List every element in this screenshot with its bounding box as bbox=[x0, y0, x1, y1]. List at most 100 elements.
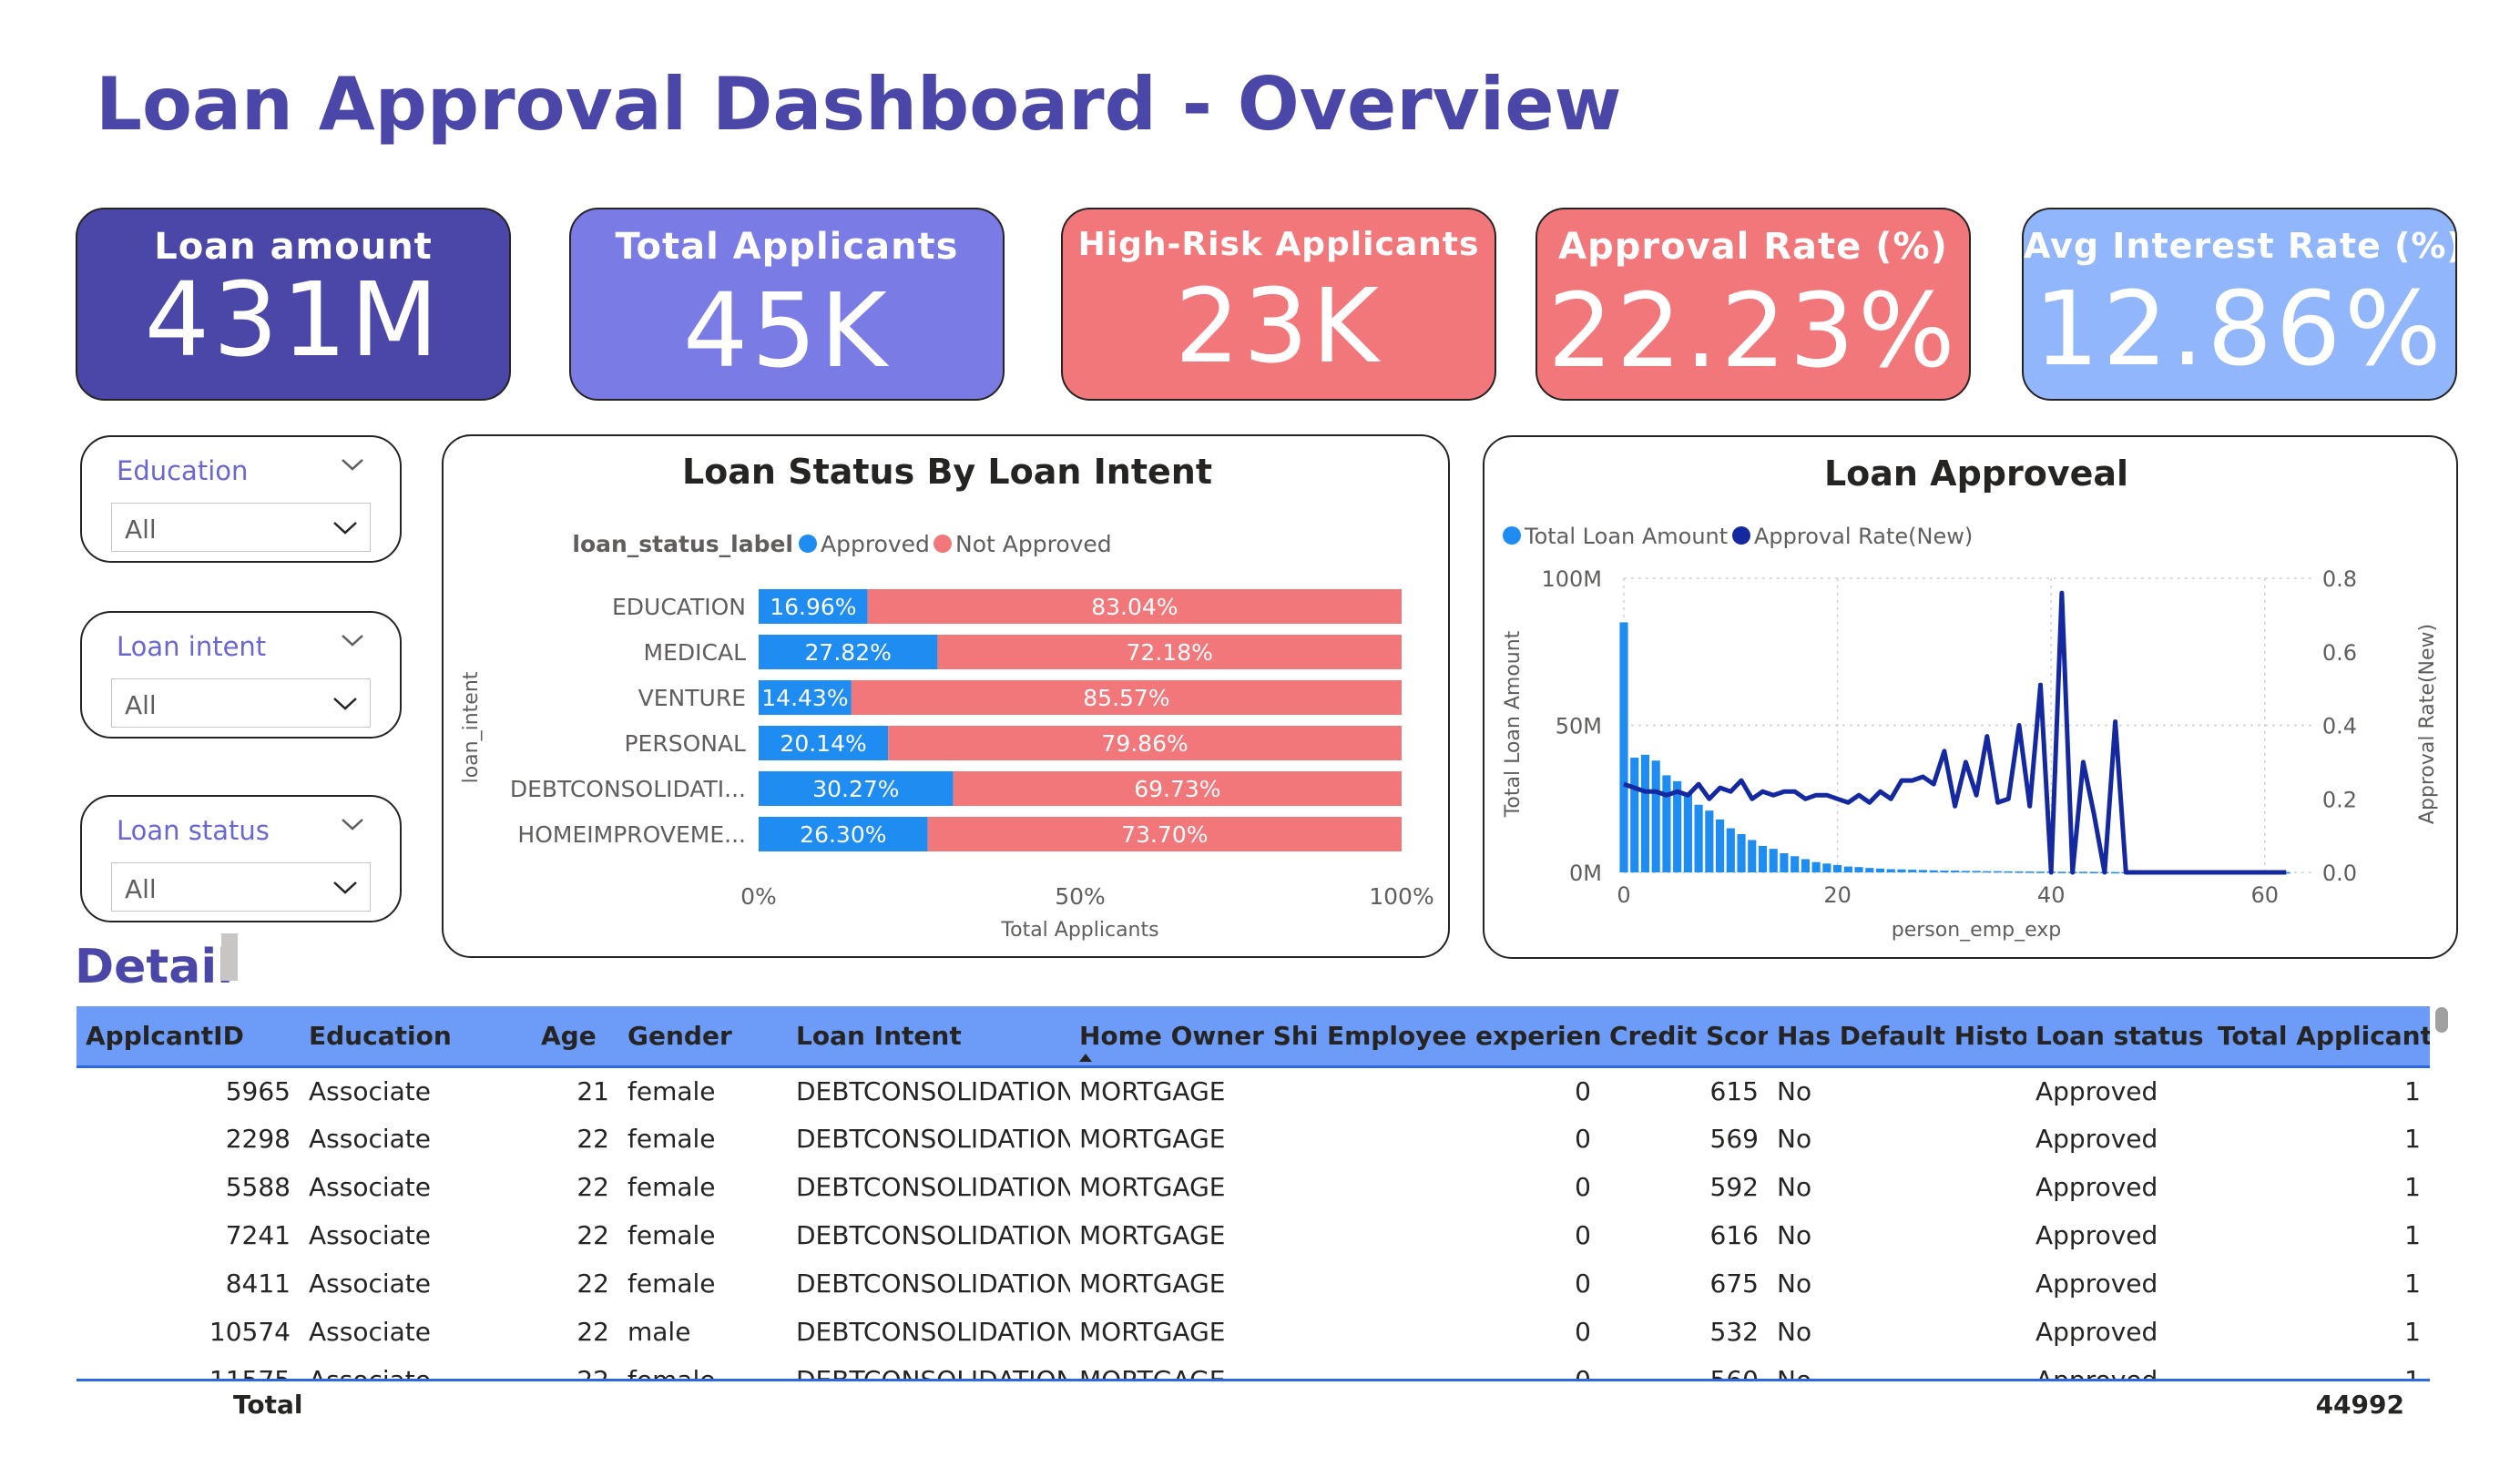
table-row[interactable]: 7241 Associate 22 female DEBTCONSOLIDATION MO… bbox=[77, 1211, 2430, 1259]
column-header[interactable]: Education bbox=[300, 1006, 532, 1068]
bar[interactable] bbox=[1630, 758, 1639, 872]
table-cell: 1 bbox=[2404, 1317, 2421, 1347]
kpi-label: Avg Interest Rate (%) bbox=[2024, 226, 2457, 266]
chart-legend[interactable]: Total Loan Amount Approval Rate(New) bbox=[1503, 524, 1973, 549]
table-row[interactable]: 2298 Associate 22 female DEBTCONSOLIDATION MO… bbox=[77, 1115, 2430, 1163]
column-header[interactable]: Gender bbox=[618, 1006, 787, 1068]
bar[interactable] bbox=[1897, 869, 1906, 872]
table-cell: 22 bbox=[576, 1220, 609, 1250]
column-header[interactable]: Total Applicants bbox=[2209, 1006, 2430, 1068]
bar[interactable] bbox=[1705, 810, 1714, 872]
table-cell: MORTGAGE bbox=[1079, 1220, 1226, 1250]
bar[interactable] bbox=[1694, 804, 1703, 872]
x-tick-label: 40 bbox=[2037, 882, 2066, 908]
column-header[interactable]: Age bbox=[532, 1006, 618, 1068]
bar[interactable] bbox=[1811, 861, 1821, 872]
bar[interactable] bbox=[2035, 871, 2046, 873]
loan-approval-chart[interactable]: Loan Approveal Total Loan Amount Approval… bbox=[1484, 437, 2460, 961]
bar[interactable] bbox=[1993, 871, 2003, 873]
bar[interactable] bbox=[2004, 871, 2013, 873]
kpi-label: Total Applicants bbox=[615, 226, 959, 268]
table-row[interactable]: 11575Associate22femaleDEBTCONSOLIDATIONM… bbox=[77, 1356, 2430, 1380]
bar[interactable] bbox=[1737, 834, 1746, 872]
bar[interactable] bbox=[1801, 859, 1810, 872]
bar[interactable] bbox=[1715, 819, 1725, 872]
slicer-dropdown[interactable]: All bbox=[111, 503, 371, 552]
column-header[interactable]: Has Default History bbox=[1768, 1006, 2026, 1068]
chevron-down-icon[interactable] bbox=[332, 876, 359, 898]
chevron-down-icon[interactable] bbox=[332, 692, 359, 714]
bar[interactable] bbox=[1662, 775, 1671, 872]
chart-legend[interactable]: loan_status_label Approved Not Approved bbox=[572, 531, 1111, 557]
bar[interactable] bbox=[1791, 856, 1800, 872]
bar[interactable] bbox=[1833, 864, 1842, 872]
table-cell: MORTGAGE bbox=[1079, 1124, 1226, 1154]
bar[interactable] bbox=[2025, 871, 2035, 873]
table-row[interactable]: 5965 Associate 21 female DEBTCONSOLIDATION MO… bbox=[77, 1066, 2430, 1115]
table-row[interactable]: 8411 Associate 22 female DEBTCONSOLIDATION MO… bbox=[77, 1259, 2430, 1308]
slicer-education[interactable]: Education All bbox=[80, 435, 402, 563]
kpi-value: 12.86% bbox=[2034, 270, 2445, 389]
column-header[interactable]: Loan status bbox=[2026, 1006, 2209, 1068]
data-label: 27.82% bbox=[805, 639, 892, 666]
table-cell: DEBTCONSOLIDATION bbox=[796, 1075, 1070, 1106]
table-cell: 11575 bbox=[77, 1356, 300, 1380]
bar[interactable] bbox=[2015, 871, 2024, 873]
table-cell: Approved bbox=[2035, 1317, 2158, 1347]
bar[interactable] bbox=[1918, 870, 1928, 872]
column-header[interactable]: Credit Score bbox=[1600, 1006, 1768, 1068]
bar[interactable] bbox=[1780, 853, 1789, 872]
table-scrollbar[interactable] bbox=[2435, 1007, 2448, 1033]
slicer-dropdown[interactable]: All bbox=[111, 678, 371, 728]
loan-status-by-intent-chart[interactable]: Loan Status By Loan Intent loan_status_l… bbox=[444, 436, 1452, 960]
detail-table[interactable]: ApplcantID Education Age Gender Loan Intent H… bbox=[77, 1006, 2430, 1380]
bar[interactable] bbox=[1748, 840, 1757, 872]
slicer-dropdown[interactable]: All bbox=[111, 862, 371, 912]
table-cell: female bbox=[618, 1356, 787, 1380]
bar[interactable] bbox=[1683, 792, 1692, 872]
bar[interactable] bbox=[2057, 871, 2066, 873]
column-header[interactable]: Home Owner Ship bbox=[1070, 1006, 1318, 1068]
bar[interactable] bbox=[1875, 868, 1885, 872]
table-row[interactable]: 5588 Associate 22 female DEBTCONSOLIDATION MO… bbox=[77, 1163, 2430, 1211]
table-cell: Approved bbox=[2035, 1172, 2158, 1202]
column-header[interactable]: Employee experience bbox=[1318, 1006, 1600, 1068]
bar[interactable] bbox=[1886, 869, 1895, 872]
bar[interactable] bbox=[1972, 871, 1981, 872]
bar[interactable] bbox=[1961, 871, 1970, 872]
bar[interactable] bbox=[1651, 760, 1660, 872]
slicer-value: All bbox=[125, 690, 157, 720]
y2-axis-title: Approval Rate(New) bbox=[2416, 624, 2439, 824]
kpi-label: High-Risk Applicants bbox=[1077, 226, 1480, 263]
chart-title: Loan Status By Loan Intent bbox=[682, 452, 1212, 492]
bar[interactable] bbox=[2089, 871, 2098, 874]
bar[interactable] bbox=[1983, 871, 1992, 873]
chevron-down-icon[interactable] bbox=[340, 453, 365, 475]
bar[interactable] bbox=[2111, 871, 2120, 874]
slicer-loan-status[interactable]: Loan status All bbox=[80, 795, 402, 922]
column-header[interactable]: ApplcantID bbox=[77, 1006, 300, 1068]
bar[interactable] bbox=[1854, 867, 1863, 872]
bar[interactable] bbox=[1758, 845, 1768, 872]
bar[interactable] bbox=[1640, 754, 1650, 872]
chevron-down-icon[interactable] bbox=[332, 516, 359, 538]
bar[interactable] bbox=[1619, 622, 1628, 872]
column-header[interactable]: Loan Intent bbox=[787, 1006, 1070, 1068]
bar[interactable] bbox=[1865, 868, 1874, 872]
data-label: 26.30% bbox=[800, 821, 886, 848]
bar[interactable] bbox=[1726, 828, 1735, 872]
bar[interactable] bbox=[1822, 863, 1831, 872]
bar[interactable] bbox=[1843, 866, 1852, 872]
bar[interactable] bbox=[2078, 871, 2087, 873]
slicer-loan-intent[interactable]: Loan intent All bbox=[80, 611, 402, 739]
chevron-down-icon[interactable] bbox=[340, 813, 365, 835]
bar[interactable] bbox=[1951, 871, 1960, 872]
bar[interactable] bbox=[1940, 871, 1949, 872]
bar[interactable] bbox=[1769, 849, 1778, 872]
chevron-down-icon[interactable] bbox=[340, 629, 365, 651]
table-row[interactable]: 10574 Associate 22 male DEBTCONSOLIDATION MOR… bbox=[77, 1308, 2430, 1356]
bar[interactable] bbox=[1908, 870, 1917, 872]
bar[interactable] bbox=[1929, 870, 1938, 872]
table-cell: No bbox=[1777, 1075, 1812, 1106]
table-cell: 675 bbox=[1709, 1269, 1759, 1299]
